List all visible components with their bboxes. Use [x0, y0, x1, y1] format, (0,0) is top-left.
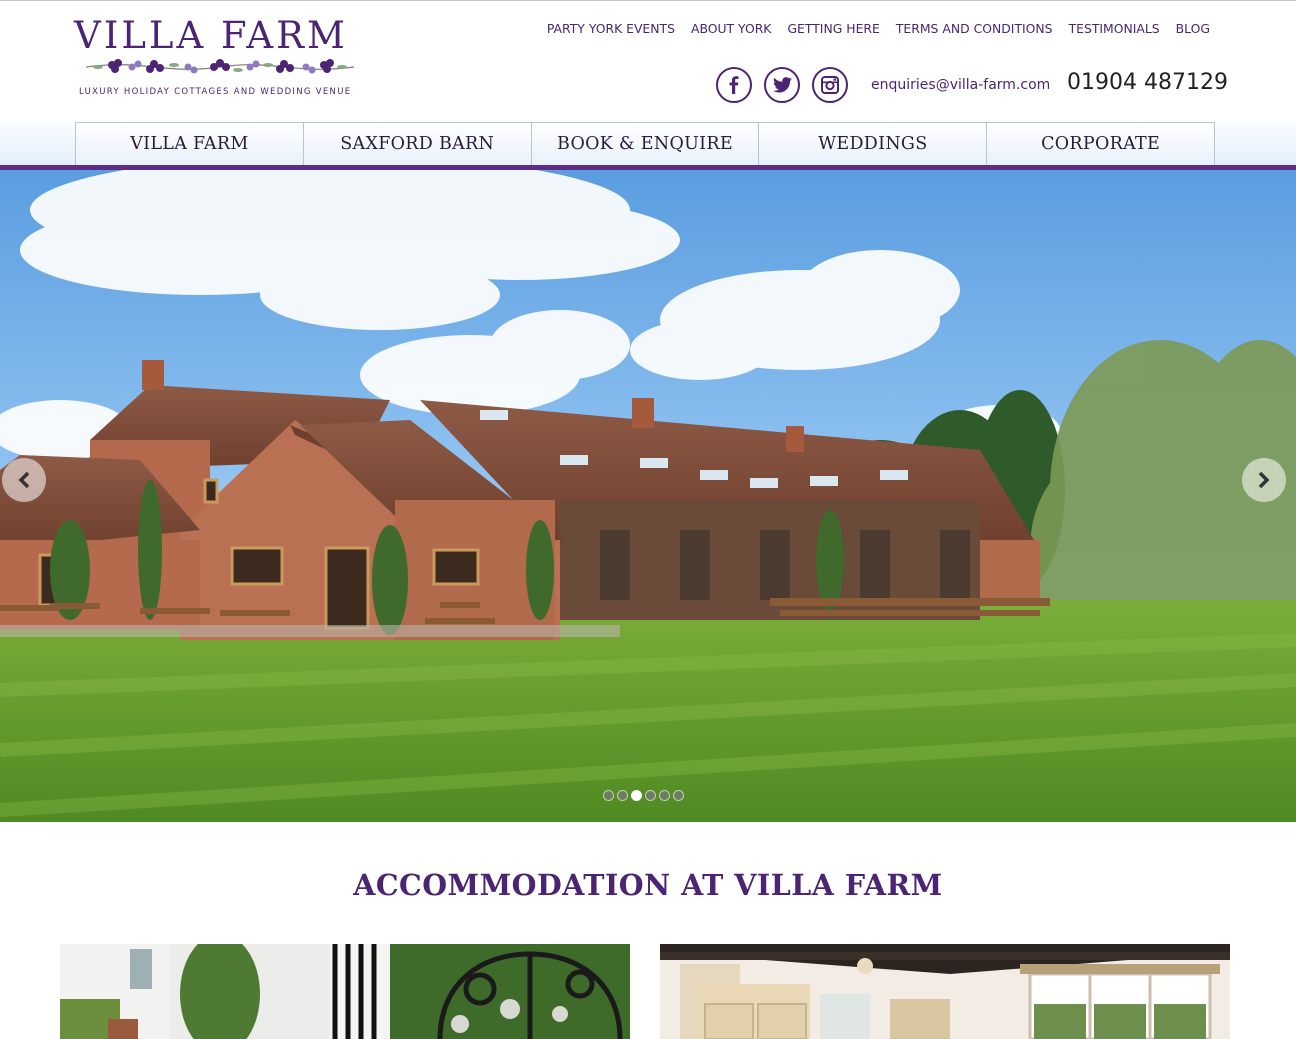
top-link-testimonials[interactable]: TESTIMONIALS [1069, 21, 1160, 36]
accommodation-card-kitchen[interactable] [660, 944, 1230, 1039]
top-link-terms[interactable]: TERMS AND CONDITIONS [896, 21, 1053, 36]
slider-dot[interactable] [603, 790, 614, 801]
nav-item-saxford-barn[interactable]: SAXFORD BARN [303, 123, 532, 165]
top-link-getting-here[interactable]: GETTING HERE [787, 21, 879, 36]
nav-item-villa-farm[interactable]: VILLA FARM [76, 123, 304, 165]
logo-flower-ornament [85, 59, 355, 74]
slider-dot-active[interactable] [631, 790, 642, 801]
nav-item-book-enquire[interactable]: BOOK & ENQUIRE [531, 123, 760, 165]
contact-email-link[interactable]: enquiries@villa-farm.com [871, 77, 1050, 93]
site-logo[interactable]: VILLA FARM LUXURY HOLIDAY COTTAGES AND W… [74, 15, 374, 103]
slider-dot[interactable] [617, 790, 628, 801]
slider-dot[interactable] [645, 790, 656, 801]
main-navigation: VILLA FARM SAXFORD BARN BOOK & ENQUIRE W… [0, 122, 1296, 170]
instagram-icon[interactable] [812, 67, 848, 103]
slider-dot[interactable] [673, 790, 684, 801]
chevron-left-icon [18, 471, 30, 489]
card-image-kitchen-interior [660, 944, 1230, 1039]
hero-slider [0, 170, 1296, 822]
logo-tagline: LUXURY HOLIDAY COTTAGES AND WEDDING VENU… [79, 87, 352, 97]
top-link-about-york[interactable]: ABOUT YORK [691, 21, 771, 36]
slider-prev-button[interactable] [2, 458, 46, 502]
slider-next-button[interactable] [1242, 458, 1286, 502]
top-links: PARTY YORK EVENTS ABOUT YORK GETTING HER… [547, 21, 1210, 36]
top-link-party-york-events[interactable]: PARTY YORK EVENTS [547, 21, 675, 36]
nav-bar: VILLA FARM SAXFORD BARN BOOK & ENQUIRE W… [75, 122, 1215, 165]
site-header: VILLA FARM LUXURY HOLIDAY COTTAGES AND W… [0, 0, 1296, 122]
facebook-icon[interactable] [716, 67, 752, 103]
social-links [716, 67, 848, 103]
chevron-right-icon [1258, 471, 1270, 489]
card-image-garden-gate [60, 944, 630, 1039]
hero-image-farmhouse [0, 170, 1296, 822]
accommodation-card-garden[interactable] [60, 944, 630, 1039]
section-title: ACCOMMODATION AT VILLA FARM [353, 868, 943, 902]
twitter-icon[interactable] [764, 67, 800, 103]
slider-dots [603, 790, 684, 801]
nav-item-weddings[interactable]: WEDDINGS [759, 123, 988, 165]
logo-title: VILLA FARM [74, 14, 348, 57]
nav-item-corporate[interactable]: CORPORATE [987, 123, 1215, 165]
top-link-blog[interactable]: BLOG [1176, 21, 1210, 36]
contact-phone[interactable]: 01904 487129 [1067, 70, 1228, 95]
slider-dot[interactable] [659, 790, 670, 801]
